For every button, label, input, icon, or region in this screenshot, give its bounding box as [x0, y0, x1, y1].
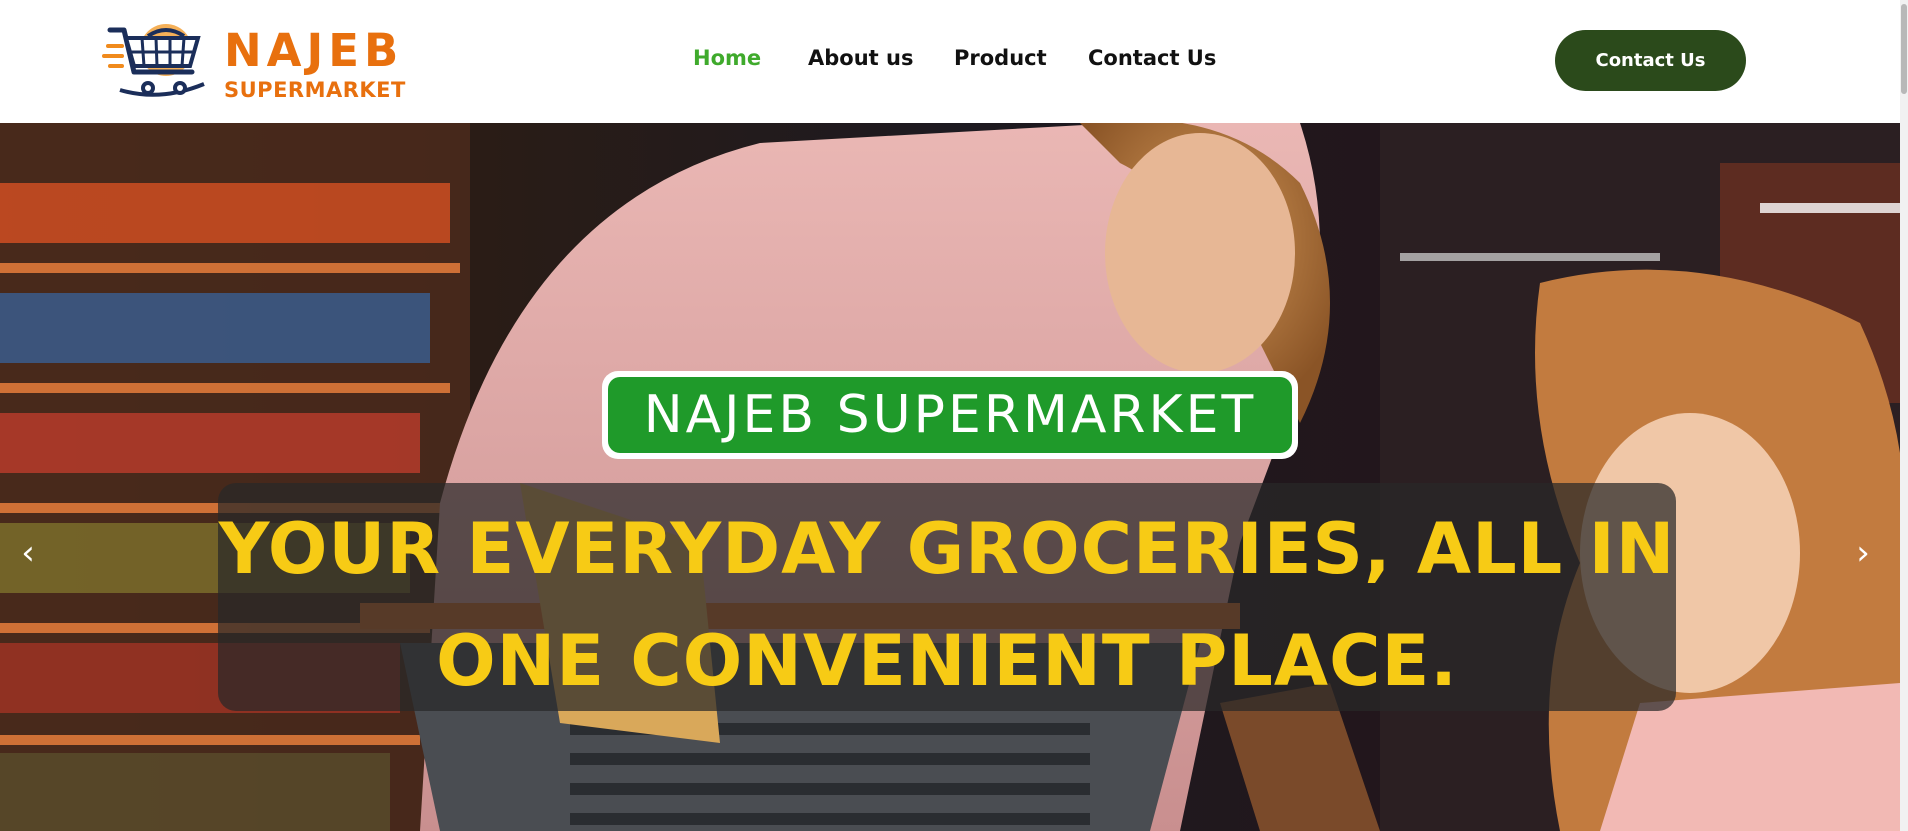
- hero-tagline-line1: YOUR EVERYDAY GROCERIES, ALL IN: [218, 508, 1676, 590]
- contact-us-button[interactable]: Contact Us: [1555, 30, 1746, 91]
- hero-slider: NAJEB SUPERMARKET YOUR EVERYDAY GROCERIE…: [0, 123, 1900, 831]
- hero-brand-badge-text: NAJEB SUPERMARKET: [608, 377, 1292, 453]
- nav-product[interactable]: Product: [954, 46, 1047, 70]
- hero-tagline: YOUR EVERYDAY GROCERIES, ALL IN ONE CONV…: [218, 493, 1676, 717]
- hero-background-image: [0, 123, 1900, 831]
- hero-brand-badge: NAJEB SUPERMARKET: [602, 371, 1298, 459]
- chevron-right-icon[interactable]: ›: [1843, 533, 1883, 573]
- nav-home[interactable]: Home: [693, 46, 761, 70]
- hero-tagline-box: YOUR EVERYDAY GROCERIES, ALL IN ONE CONV…: [218, 483, 1676, 711]
- site-header: NAJEB SUPERMARKET Home About us Product …: [0, 0, 1900, 123]
- brand-name: NAJEB: [224, 24, 404, 77]
- nav-about-us[interactable]: About us: [808, 46, 913, 70]
- chevron-left-icon[interactable]: ‹: [8, 533, 48, 573]
- page-scrollbar-thumb[interactable]: [1901, 4, 1907, 94]
- shopping-cart-icon: [102, 24, 205, 97]
- brand-logo[interactable]: NAJEB SUPERMARKET: [100, 14, 410, 106]
- brand-subtitle: SUPERMARKET: [224, 78, 406, 102]
- nav-contact-us[interactable]: Contact Us: [1088, 46, 1216, 70]
- hero-tagline-line2: ONE CONVENIENT PLACE.: [436, 620, 1458, 702]
- page-scrollbar[interactable]: [1900, 0, 1908, 831]
